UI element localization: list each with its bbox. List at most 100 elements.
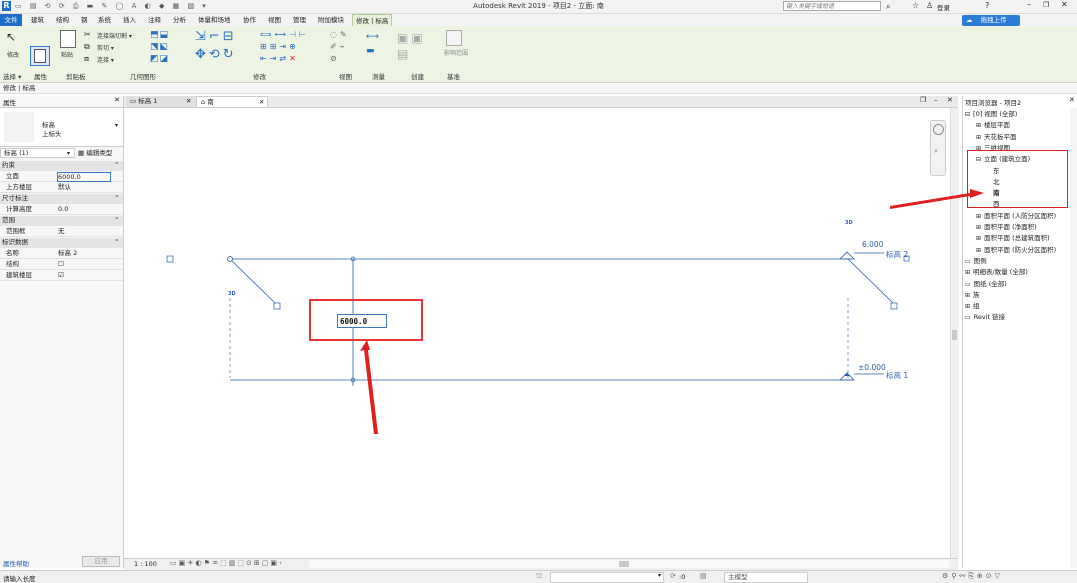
property-row[interactable]: 立面 6000.0	[0, 172, 123, 182]
property-group[interactable]: 尺寸标注 ⌃	[0, 194, 123, 204]
create-tools[interactable]: ▣▣ ▤	[397, 30, 437, 66]
property-row[interactable]: 计算高度 0.0	[0, 205, 123, 215]
scale-label[interactable]: 1 : 100	[134, 560, 157, 568]
instance-selector[interactable]: 标高 (1) ▾	[0, 148, 75, 158]
browser-item[interactable]: ▭ 图例	[965, 255, 987, 265]
close-icon[interactable]: ✕	[947, 96, 953, 104]
browser-item[interactable]: ▭ Revit 链接	[965, 311, 1005, 321]
tab-systems[interactable]: 系统	[95, 14, 114, 26]
properties-help-link[interactable]: 属性帮助	[3, 558, 29, 568]
apply-button[interactable]: 应用	[82, 556, 120, 567]
worksets-icon[interactable]: ⛫	[536, 572, 542, 581]
property-value[interactable]: ☑	[58, 271, 64, 280]
expand-icon[interactable]: ⊞	[976, 122, 981, 129]
type-selector[interactable]: 标高 上标头 ▾	[0, 107, 123, 147]
cut-icon[interactable]: ⧉	[84, 42, 90, 52]
geometry-tools[interactable]: ⬒⬓ ⬔⬕ ◩◪	[150, 29, 190, 65]
expand-icon[interactable]: ⊞	[976, 224, 981, 231]
horizontal-scrollbar[interactable]	[309, 560, 949, 568]
workset-dropdown[interactable]: ▾	[550, 572, 664, 583]
cut-label[interactable]: 剪切 ▾	[97, 43, 114, 52]
minimize-icon[interactable]: –	[934, 96, 938, 104]
browser-item[interactable]: ⊟ [0] 视图 (全部)	[965, 108, 1017, 118]
tab-analyze[interactable]: 分析	[170, 14, 189, 26]
expand-icon[interactable]: ⊞	[965, 269, 970, 276]
tab-view[interactable]: 视图	[265, 14, 284, 26]
restore-icon[interactable]: ❐	[1043, 1, 1049, 9]
property-value[interactable]: 默认	[58, 183, 71, 192]
tab-addins[interactable]: 附加模块	[315, 14, 347, 26]
elevation-edit-input[interactable]: 6000.0	[337, 314, 387, 328]
tab-collaborate[interactable]: 协作	[240, 14, 259, 26]
property-value[interactable]: 无	[58, 227, 65, 236]
property-value[interactable]: 0.0	[58, 205, 68, 214]
browser-item[interactable]: ⊞ 组	[965, 300, 980, 310]
search-input[interactable]: 键入关键字或短语	[783, 1, 881, 11]
select-cursor-icon[interactable]: ↖	[6, 30, 20, 46]
tab-insert[interactable]: 插入	[120, 14, 139, 26]
collapse-icon[interactable]: ⌃	[114, 216, 119, 225]
modify-label[interactable]: 修改	[7, 50, 19, 59]
navigation-bar[interactable]: ⌕	[930, 120, 946, 176]
browser-item[interactable]: ⊞ 族	[965, 289, 980, 299]
design-options-icon[interactable]: ▤	[700, 572, 707, 580]
paste-icon[interactable]	[60, 30, 76, 48]
restore-icon[interactable]: ❐	[920, 96, 926, 104]
scope-box-icon[interactable]	[446, 30, 462, 46]
property-group[interactable]: 标识数据 ⌃	[0, 238, 123, 248]
tab-view-south[interactable]: ⌂ 南 ✕	[196, 96, 268, 107]
property-row[interactable]: 结构 ☐	[0, 260, 123, 270]
property-row[interactable]: 范围框 无	[0, 227, 123, 237]
level1-name-label[interactable]: 标高 1	[886, 370, 908, 381]
expand-icon[interactable]: ⊞	[976, 134, 981, 141]
drawing-canvas[interactable]: 6.000 标高 2 ±0.000 标高 1 3D 3D 6000.0 ⌕	[124, 108, 950, 558]
collapse-icon[interactable]: ⌃	[114, 194, 119, 203]
tab-architecture[interactable]: 建筑	[28, 14, 47, 26]
help-icon[interactable]: ?	[985, 1, 989, 10]
expand-icon[interactable]: ⊞	[976, 235, 981, 242]
join-label[interactable]: 连接 ▾	[97, 55, 114, 64]
tab-view-level1[interactable]: ▭ 标高 1 ✕	[126, 96, 196, 107]
property-value[interactable]: 标高 2	[58, 249, 77, 258]
expand-icon[interactable]: ⊞	[965, 292, 970, 299]
sync-icon[interactable]: ⟳	[670, 572, 676, 580]
browser-scrollbar[interactable]	[1070, 108, 1077, 568]
measure-icon[interactable]: ⟷ ▬	[366, 30, 386, 66]
expand-icon[interactable]: ⊞	[965, 303, 970, 310]
model-dropdown[interactable]: 主模型	[724, 572, 808, 583]
properties-close-icon[interactable]: ✕	[114, 96, 120, 104]
view-tools[interactable]: ◌✎ ✐⌁ ⊘	[330, 29, 360, 65]
cloud-upload-button[interactable]: ☁ 拖拽上传	[962, 15, 1020, 26]
tag-3d-right[interactable]: 3D	[845, 220, 853, 226]
expand-icon[interactable]: ⊞	[976, 247, 981, 254]
browser-item[interactable]: ▭ 图纸 (全部)	[965, 278, 1007, 288]
level1-elevation-label[interactable]: ±0.000	[858, 363, 886, 372]
cope-label[interactable]: 连接端切割 ▾	[97, 31, 132, 40]
property-row[interactable]: 上方楼层 默认	[0, 183, 123, 193]
steering-wheel-icon[interactable]	[933, 124, 944, 135]
collapse-icon[interactable]: ⌃	[114, 161, 119, 170]
browser-item[interactable]: ⊞ 明细表/数量 (全部)	[965, 266, 1028, 276]
close-icon[interactable]: ✕	[1061, 0, 1068, 9]
expand-icon[interactable]: ⊟	[965, 111, 970, 118]
browser-item[interactable]: ⊞ 楼层平面	[976, 119, 1010, 129]
property-group[interactable]: 约束 ⌃	[0, 161, 123, 171]
tag-3d-left[interactable]: 3D	[228, 291, 236, 297]
binoculars-icon[interactable]: ⌕	[886, 2, 890, 12]
scope-box-label[interactable]: 影响范围	[444, 48, 468, 57]
browser-item[interactable]: ⊞ 面积平面 (净面积)	[976, 221, 1037, 231]
login-link[interactable]: 登录	[937, 2, 950, 12]
tab-structure[interactable]: 结构	[53, 14, 72, 26]
tab-file[interactable]: 文件	[0, 14, 22, 26]
tab-manage[interactable]: 管理	[290, 14, 309, 26]
browser-item[interactable]: ⊞ 天花板平面	[976, 131, 1017, 141]
star-icon[interactable]: ☆	[912, 1, 919, 10]
browser-close-icon[interactable]: ✕	[1069, 96, 1075, 104]
level2-name-label[interactable]: 标高 2	[886, 249, 908, 260]
cope-icon[interactable]: ✂	[84, 30, 91, 39]
property-value[interactable]: ☐	[58, 260, 64, 269]
join-icon[interactable]: ⧈	[84, 54, 89, 64]
collapse-icon[interactable]: ⌃	[114, 238, 119, 247]
level2-elevation-label[interactable]: 6.000	[862, 240, 883, 249]
tab-close-icon[interactable]: ✕	[186, 96, 191, 107]
